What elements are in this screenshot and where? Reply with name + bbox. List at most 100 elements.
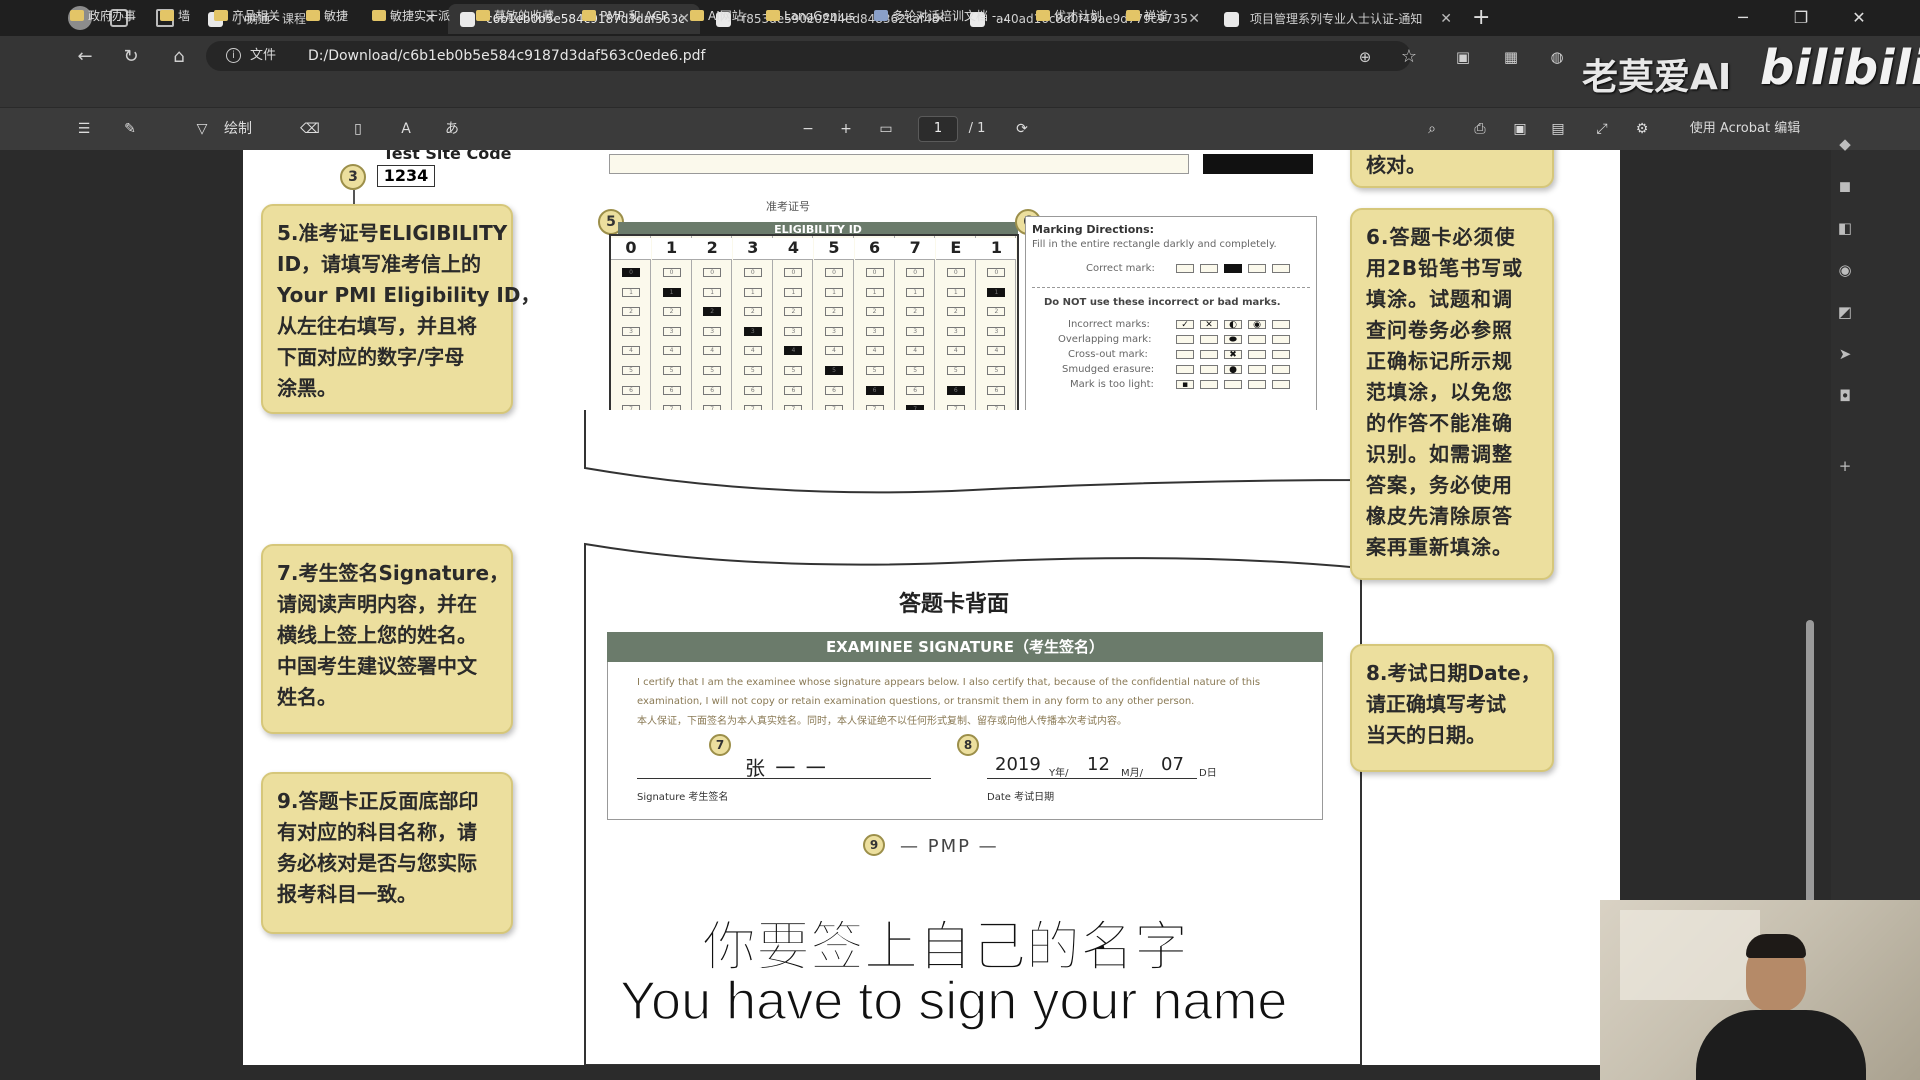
eligibility-bubble[interactable]: 6 xyxy=(906,385,925,395)
tools-icon[interactable]: ◧ xyxy=(1835,218,1855,238)
new-tab-button[interactable]: + xyxy=(1472,4,1490,32)
eligibility-bubble[interactable]: 5 xyxy=(743,366,762,375)
eligibility-bubble[interactable]: 5 xyxy=(865,366,884,375)
eligibility-bubble[interactable]: 0 xyxy=(784,268,803,277)
eligibility-bubble[interactable]: 1 xyxy=(743,287,762,297)
eligibility-bubble[interactable]: 4 xyxy=(946,346,965,356)
extension-icon[interactable]: ▣ xyxy=(1450,44,1476,70)
day-value[interactable]: 07 xyxy=(1161,754,1184,775)
zoom-in-icon[interactable]: + xyxy=(834,116,858,142)
eligibility-bubble[interactable]: 5 xyxy=(703,366,722,375)
eligibility-bubble[interactable]: 4 xyxy=(703,346,722,356)
add-sidebar-icon[interactable]: + xyxy=(1835,456,1855,476)
month-value[interactable]: 12 xyxy=(1087,754,1110,775)
info-icon[interactable]: i xyxy=(226,48,241,63)
eligibility-bubble[interactable]: 1 xyxy=(825,287,843,297)
eligibility-bubble[interactable]: 2 xyxy=(703,307,722,317)
eligibility-bubble[interactable]: 4 xyxy=(784,346,803,356)
settings-gear-icon[interactable]: ⚙ xyxy=(1630,116,1654,142)
text-icon[interactable]: ▯ xyxy=(346,116,370,142)
games-icon[interactable]: ◉ xyxy=(1835,260,1855,280)
signature-value[interactable]: 张 一 一 xyxy=(745,752,828,781)
eligibility-bubble[interactable]: 4 xyxy=(987,346,1006,356)
send-icon[interactable]: ➤ xyxy=(1835,344,1855,364)
eligibility-bubble[interactable]: 5 xyxy=(784,366,803,375)
eligibility-bubble[interactable]: 5 xyxy=(825,366,843,375)
eligibility-bubble[interactable]: 1 xyxy=(946,287,965,297)
save-icon[interactable]: ▣ xyxy=(1508,116,1532,142)
eligibility-bubble[interactable]: 3 xyxy=(662,326,681,336)
eligibility-bubble[interactable]: 2 xyxy=(743,307,762,317)
copilot-icon[interactable]: ◆ xyxy=(1835,134,1855,154)
eligibility-bubble[interactable]: 1 xyxy=(865,287,884,297)
draw-icon[interactable]: ▽ xyxy=(190,116,214,142)
eligibility-bubble[interactable]: 0 xyxy=(743,268,762,277)
eligibility-bubble[interactable]: 1 xyxy=(703,287,722,297)
eligibility-bubble[interactable]: 6 xyxy=(784,385,803,395)
eligibility-bubble[interactable]: 6 xyxy=(743,385,762,395)
eligibility-bubble[interactable]: 4 xyxy=(662,346,681,356)
eligibility-bubble[interactable]: 5 xyxy=(622,366,640,375)
eligibility-bubble[interactable]: 2 xyxy=(906,307,925,317)
eligibility-bubble[interactable]: 0 xyxy=(987,268,1006,277)
eligibility-bubble[interactable]: 0 xyxy=(946,268,965,277)
outlook-icon[interactable]: ◘ xyxy=(1835,386,1855,406)
eligibility-bubble[interactable]: 3 xyxy=(784,326,803,336)
zoom-out-icon[interactable]: − xyxy=(796,116,820,142)
vertical-scrollbar[interactable] xyxy=(1806,620,1814,930)
eligibility-bubble[interactable]: 2 xyxy=(825,307,843,317)
search-icon[interactable]: ⌕ xyxy=(1420,116,1444,142)
eligibility-bubble[interactable]: 1 xyxy=(987,287,1006,297)
extension-icon[interactable]: ▦ xyxy=(1498,44,1524,70)
refresh-icon[interactable]: ↻ xyxy=(118,44,144,70)
eligibility-bubble[interactable]: 1 xyxy=(906,287,925,297)
url-text[interactable]: D:/Download/c6b1eb0b5e584c9187d3daf563c0… xyxy=(308,41,705,71)
bookmark-item[interactable]: 墙 xyxy=(158,6,190,26)
eligibility-bubble[interactable]: 1 xyxy=(662,287,681,297)
eligibility-bubble[interactable]: 4 xyxy=(622,346,640,356)
eligibility-bubble[interactable]: 3 xyxy=(906,326,925,336)
eligibility-bubble[interactable]: 4 xyxy=(906,346,925,356)
eligibility-bubble[interactable]: 5 xyxy=(987,366,1006,375)
eligibility-bubble[interactable]: 2 xyxy=(987,307,1006,317)
save-as-icon[interactable]: ▤ xyxy=(1546,116,1570,142)
eligibility-bubble[interactable]: 3 xyxy=(987,326,1006,336)
extension-icon[interactable]: ◍ xyxy=(1544,44,1570,70)
shopping-icon[interactable]: ◼ xyxy=(1835,176,1855,196)
close-window-button[interactable]: ✕ xyxy=(1830,0,1888,36)
eligibility-bubble[interactable]: 6 xyxy=(946,385,965,395)
eligibility-bubble[interactable]: 5 xyxy=(906,366,925,375)
fit-page-icon[interactable]: ▭ xyxy=(874,116,898,142)
eligibility-bubble[interactable]: 5 xyxy=(662,366,681,375)
eraser-icon[interactable]: ⌫ xyxy=(298,116,322,142)
bookmark-item[interactable]: 敏捷 xyxy=(304,6,348,26)
close-tab-icon[interactable]: ✕ xyxy=(1440,4,1452,34)
zoom-icon[interactable]: ⊕ xyxy=(1352,44,1378,70)
eligibility-bubble[interactable]: 1 xyxy=(784,287,803,297)
close-tab-icon[interactable]: ✕ xyxy=(1188,4,1200,34)
eligibility-bubble[interactable]: 6 xyxy=(987,385,1006,395)
eligibility-bubble[interactable]: 4 xyxy=(865,346,884,356)
home-icon[interactable]: ⌂ xyxy=(166,44,192,70)
draw-label[interactable]: 绘制 xyxy=(218,116,258,142)
eligibility-bubble[interactable]: 0 xyxy=(662,268,681,277)
eligibility-bubble[interactable]: 2 xyxy=(865,307,884,317)
eligibility-bubble[interactable]: 0 xyxy=(825,268,843,277)
eligibility-bubble[interactable]: 2 xyxy=(946,307,965,317)
eligibility-bubble[interactable]: 6 xyxy=(865,385,884,395)
eligibility-bubble[interactable]: 3 xyxy=(703,326,722,336)
maximize-button[interactable]: ❐ xyxy=(1772,0,1830,36)
eligibility-bubble[interactable]: 0 xyxy=(865,268,884,277)
eligibility-bubble[interactable]: 3 xyxy=(946,326,965,336)
back-icon[interactable]: ← xyxy=(72,44,98,70)
eligibility-bubble[interactable]: 2 xyxy=(622,307,640,317)
eligibility-bubble[interactable]: 6 xyxy=(662,385,681,395)
eligibility-bubble[interactable]: 3 xyxy=(865,326,884,336)
eligibility-bubble[interactable]: 3 xyxy=(825,326,843,336)
page-number-input[interactable]: 1 xyxy=(918,116,958,142)
eligibility-bubble[interactable]: 0 xyxy=(703,268,722,277)
rotate-icon[interactable]: ⟳ xyxy=(1010,116,1034,142)
contents-icon[interactable]: ☰ xyxy=(72,116,96,142)
print-icon[interactable]: ⎙ xyxy=(1468,116,1492,142)
browser-tab[interactable]: 项目管理系列专业人士认证-通知 ✕ xyxy=(1212,4,1462,34)
